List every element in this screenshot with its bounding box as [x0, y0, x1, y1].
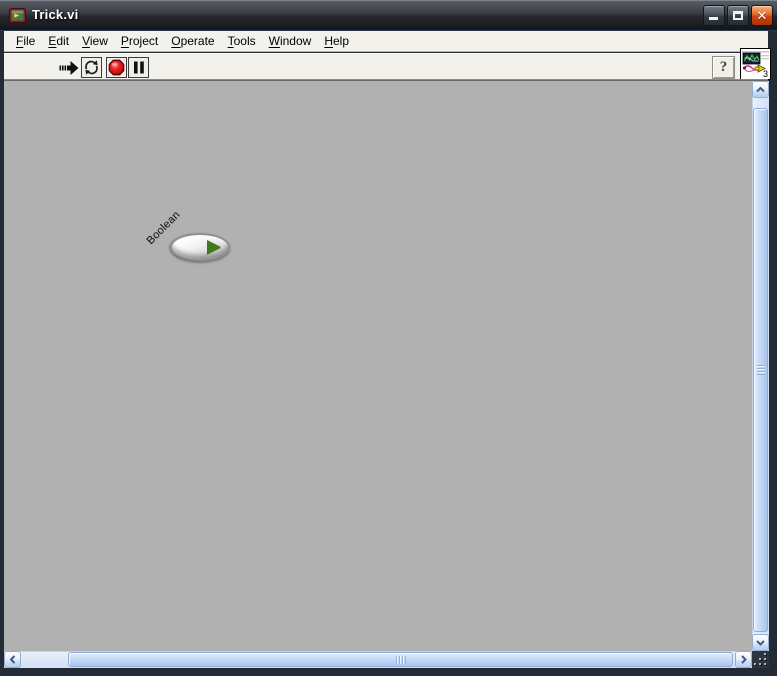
play-triangle-icon: [207, 240, 221, 254]
menu-tools[interactable]: Tools: [226, 32, 258, 50]
continuous-run-icon: [85, 60, 98, 75]
scroll-up-button[interactable]: [752, 81, 769, 98]
vi-icon-badge: 3: [762, 69, 768, 79]
maximize-icon: [733, 11, 743, 20]
minimize-icon: [709, 17, 718, 20]
menu-operate[interactable]: Operate: [169, 32, 216, 50]
horizontal-scrollbar[interactable]: [4, 651, 752, 668]
close-button[interactable]: ✕: [751, 5, 773, 26]
minimize-button[interactable]: [703, 5, 725, 26]
menu-file[interactable]: File: [14, 32, 37, 50]
menu-window[interactable]: Window: [267, 32, 314, 50]
pause-icon: [133, 61, 144, 74]
vertical-scrollbar[interactable]: [752, 81, 769, 651]
scroll-down-button[interactable]: [752, 634, 769, 651]
front-panel-canvas: Boolean: [4, 81, 752, 651]
window-title: Trick.vi: [32, 7, 79, 22]
menu-edit[interactable]: Edit: [46, 32, 71, 50]
run-arrow-icon: [59, 60, 78, 75]
labview-front-panel-window: Trick.vi ✕ File Edit View Project Operat…: [0, 0, 777, 676]
menubar: File Edit View Project Operate Tools Win…: [4, 31, 768, 52]
grip-dot: [759, 658, 761, 660]
boolean-push-button[interactable]: [170, 233, 230, 261]
menu-project[interactable]: Project: [119, 32, 160, 50]
chevron-down-icon: [756, 639, 765, 646]
close-icon: ✕: [756, 8, 768, 23]
resize-grip[interactable]: [752, 651, 769, 668]
grip-dot: [754, 663, 756, 665]
toolbar: ? 3: [4, 48, 771, 80]
grip-dot: [764, 658, 766, 660]
titlebar[interactable]: Trick.vi ✕: [0, 0, 777, 31]
run-button[interactable]: [58, 57, 79, 78]
horizontal-scroll-thumb[interactable]: [68, 652, 733, 667]
labview-app-icon[interactable]: [9, 7, 26, 24]
scroll-left-button[interactable]: [4, 651, 21, 668]
context-help-button[interactable]: ?: [712, 56, 735, 79]
menu-view[interactable]: View: [80, 32, 110, 50]
scroll-right-button[interactable]: [735, 651, 752, 668]
grip-dot: [764, 663, 766, 665]
vertical-scroll-thumb[interactable]: [753, 108, 768, 632]
chevron-left-icon: [9, 655, 15, 664]
maximize-button[interactable]: [727, 5, 749, 26]
abort-stop-icon: [108, 59, 125, 76]
menu-help[interactable]: Help: [322, 32, 351, 50]
run-continuously-button[interactable]: [81, 57, 102, 78]
grip-dot: [759, 663, 761, 665]
scroll-thumb-grip: [757, 365, 765, 375]
abort-button[interactable]: [106, 57, 127, 78]
chevron-up-icon: [756, 86, 765, 92]
vi-icon[interactable]: 3: [740, 48, 771, 80]
pause-button[interactable]: [128, 57, 149, 78]
scroll-thumb-grip: [395, 656, 406, 664]
grip-dot: [764, 653, 766, 655]
chevron-right-icon: [740, 655, 747, 664]
